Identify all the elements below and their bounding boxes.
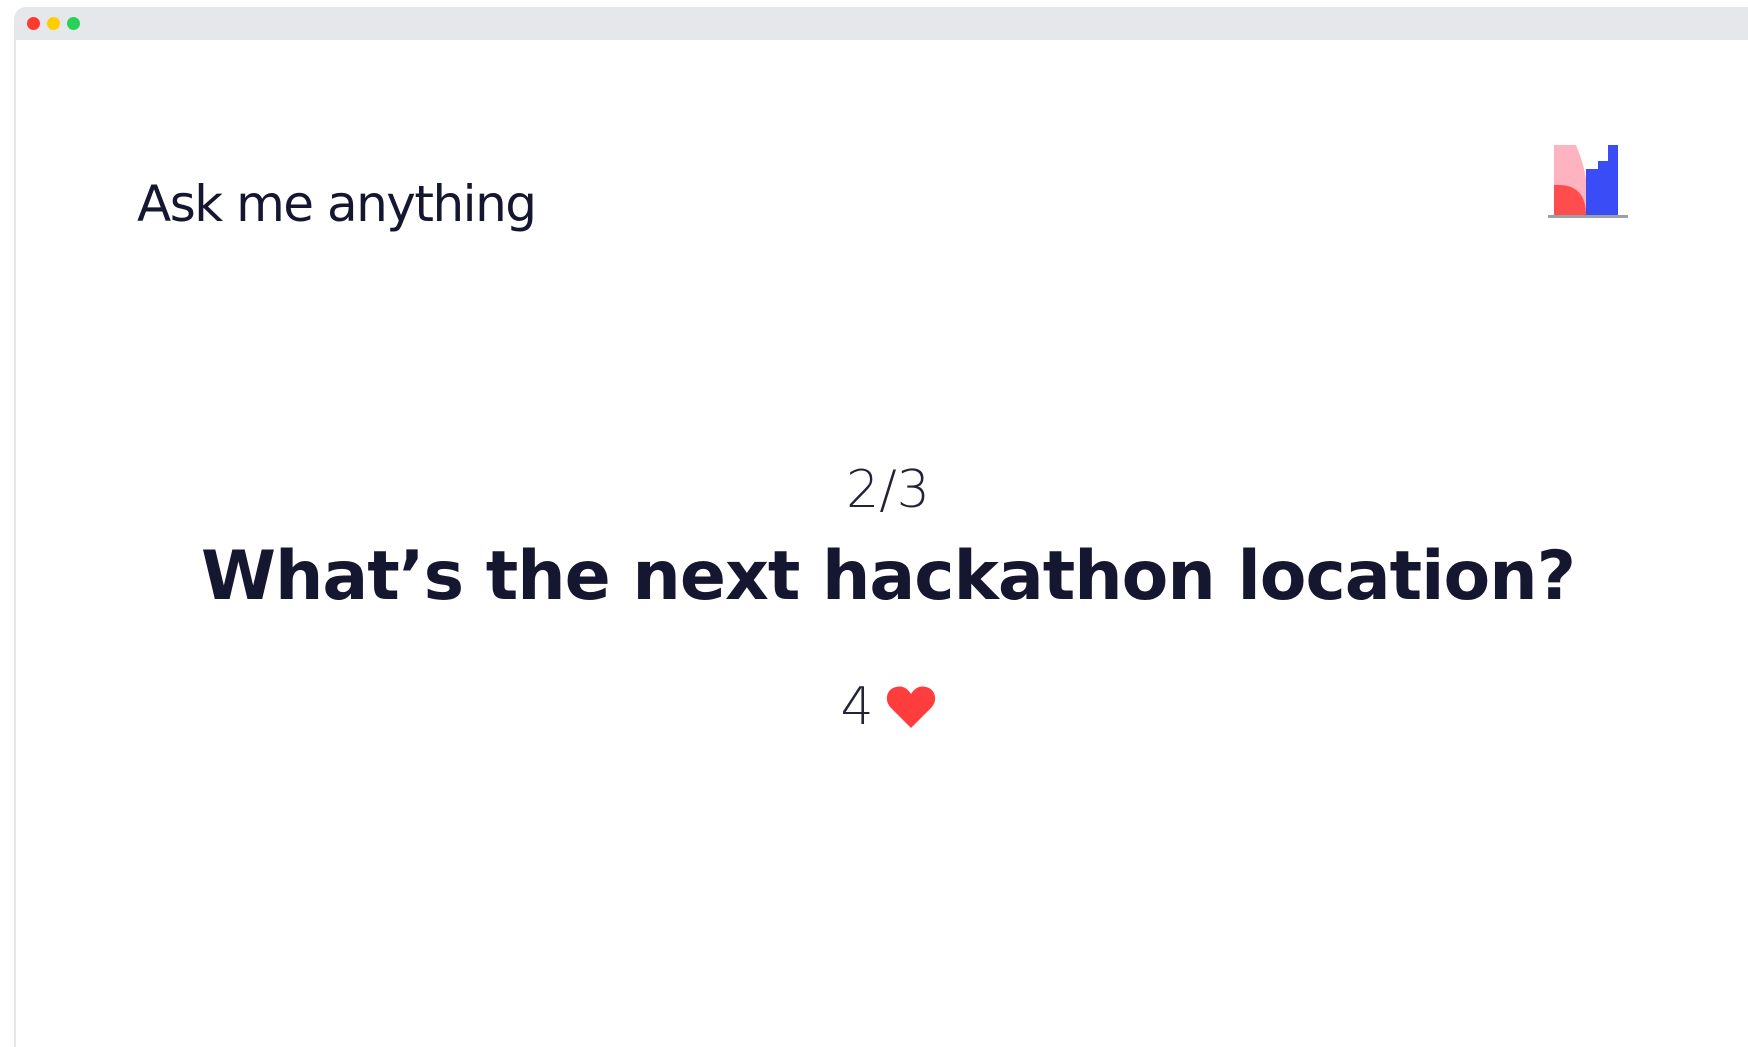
logo-blue-bar-tall (1608, 145, 1618, 215)
question-text: What’s the next hackathon location? (200, 537, 1576, 616)
close-window-button[interactable] (27, 17, 40, 30)
heart-icon (886, 686, 935, 728)
mentimeter-logo-icon (1548, 145, 1628, 218)
window-titlebar (16, 7, 1748, 40)
zoom-window-button[interactable] (67, 17, 80, 30)
likes-row: 4 (14, 672, 1748, 742)
logo-blue-bar-mid (1598, 161, 1608, 215)
logo-baseline (1548, 215, 1628, 218)
logo-blue-bar-short (1586, 169, 1598, 215)
question-counter: 2/3 (846, 460, 930, 520)
browser-window (14, 7, 1748, 1047)
minimize-window-button[interactable] (47, 17, 60, 30)
slide-title: Ask me anything (137, 175, 537, 233)
likes-count: 4 (840, 677, 874, 737)
